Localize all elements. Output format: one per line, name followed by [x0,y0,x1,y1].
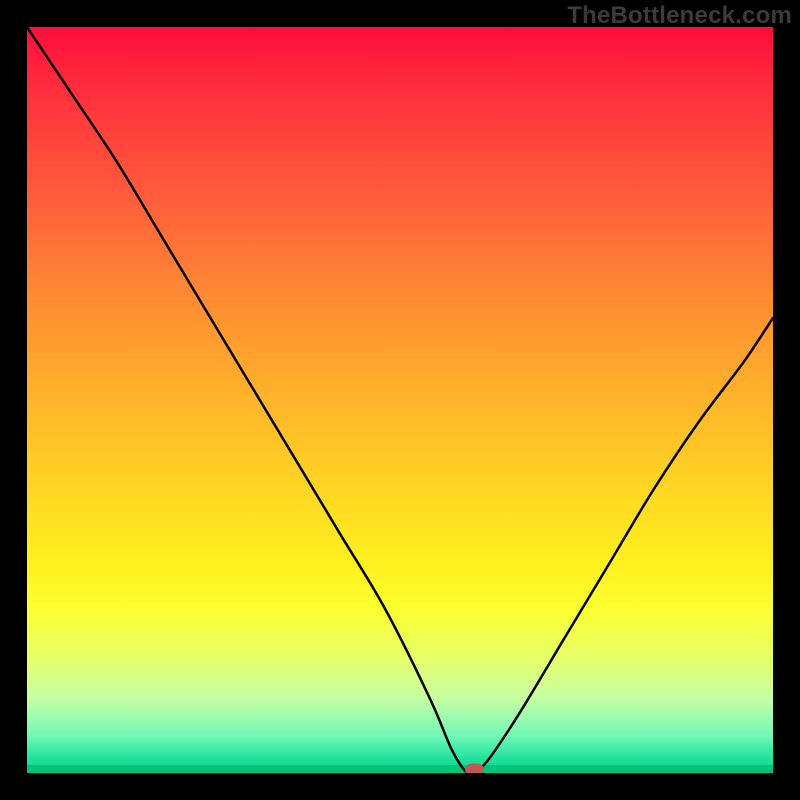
chart-frame: TheBottleneck.com [0,0,800,800]
bottleneck-curve [27,27,773,773]
optimal-point-marker [466,764,484,773]
plot-area [27,27,773,773]
plot-svg [27,27,773,773]
watermark-label: TheBottleneck.com [567,2,792,30]
